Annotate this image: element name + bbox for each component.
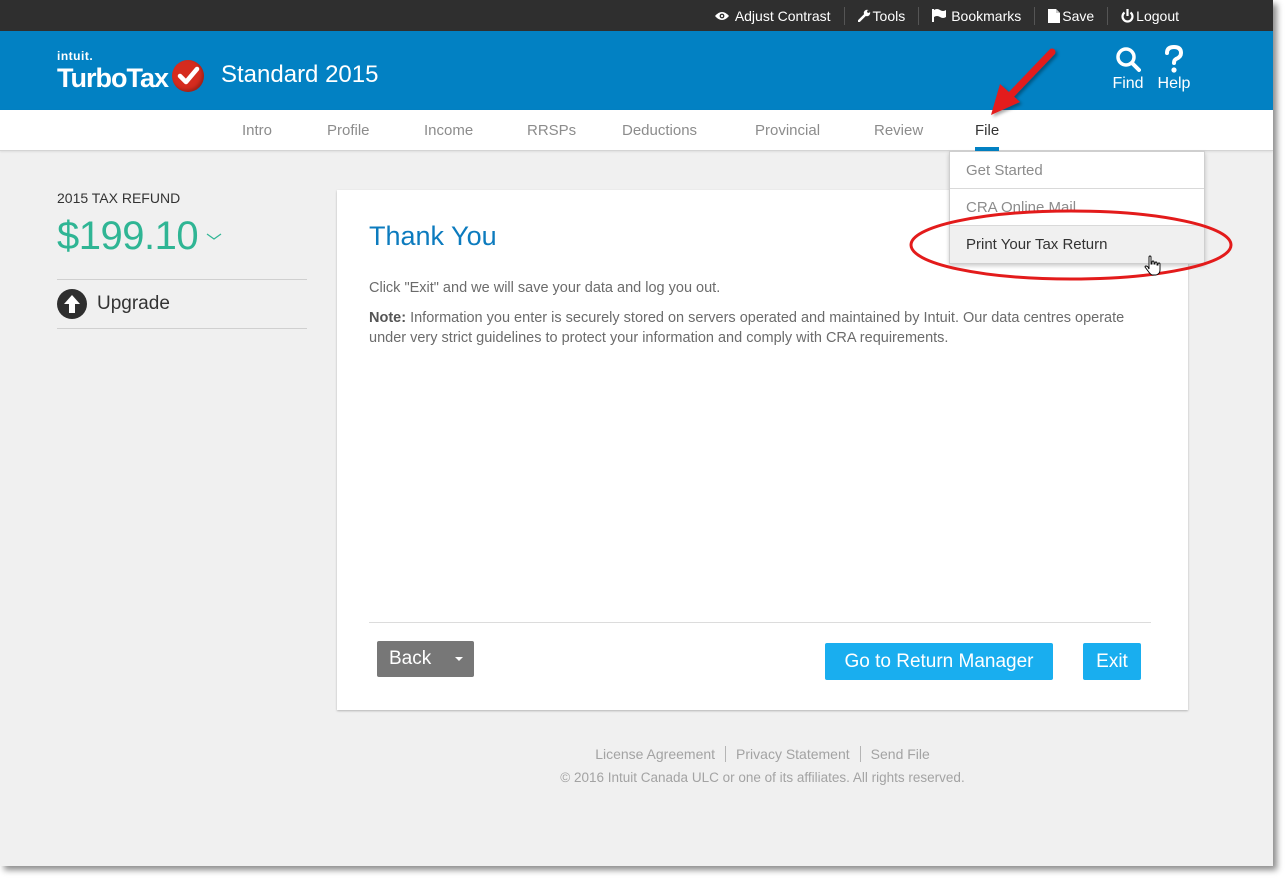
go-to-return-manager-button[interactable]: Go to Return Manager xyxy=(825,643,1053,680)
exit-instruction: Click "Exit" and we will save your data … xyxy=(369,280,721,296)
bookmarks-link[interactable]: Bookmarks xyxy=(919,8,1034,24)
main-nav: Intro Profile Income RRSPs Deductions Pr… xyxy=(0,110,1273,151)
utility-links: Adjust Contrast Tools Bookmarks Save Log… xyxy=(701,0,1192,31)
sidebar: 2015 TAX REFUND $199.10 Upgrade xyxy=(57,190,307,329)
logout-label: Logout xyxy=(1136,7,1179,24)
save-link[interactable]: Save xyxy=(1035,8,1107,24)
power-icon xyxy=(1121,8,1134,23)
upgrade-label: Upgrade xyxy=(97,293,170,314)
divider xyxy=(369,622,1151,623)
checkmark-icon xyxy=(172,60,204,92)
caret-down-icon[interactable] xyxy=(455,657,463,661)
note-text: Information you enter is securely stored… xyxy=(369,310,1125,346)
app-window: Adjust Contrast Tools Bookmarks Save Log… xyxy=(0,0,1273,866)
product-name: Standard 2015 xyxy=(221,61,379,88)
footer-links: License Agreement Privacy Statement Send… xyxy=(337,746,1188,762)
turbotax-logo[interactable]: intuit. TurboTax xyxy=(57,50,204,94)
tab-intro[interactable]: Intro xyxy=(242,122,272,139)
card-body: Click "Exit" and we will save your data … xyxy=(369,278,1159,358)
adjust-contrast-link[interactable]: Adjust Contrast xyxy=(701,8,844,24)
adjust-contrast-label: Adjust Contrast xyxy=(734,7,831,24)
footer: License Agreement Privacy Statement Send… xyxy=(337,746,1188,785)
tab-profile[interactable]: Profile xyxy=(327,122,370,139)
privacy-statement-link[interactable]: Privacy Statement xyxy=(726,746,860,762)
tab-income[interactable]: Income xyxy=(424,122,473,139)
file-dropdown-menu: Get Started CRA Online Mail Print Your T… xyxy=(949,151,1205,264)
refund-amount-toggle[interactable]: $199.10 xyxy=(57,214,307,259)
menu-item-get-started[interactable]: Get Started xyxy=(950,152,1204,189)
document-icon xyxy=(1048,8,1061,23)
back-label: Back xyxy=(389,648,432,669)
utility-bar: Adjust Contrast Tools Bookmarks Save Log… xyxy=(0,0,1273,31)
upgrade-link[interactable]: Upgrade xyxy=(57,280,307,328)
flag-icon xyxy=(932,9,947,22)
menu-item-print-your-tax-return[interactable]: Print Your Tax Return xyxy=(950,226,1204,263)
refund-label: 2015 TAX REFUND xyxy=(57,190,181,206)
security-note: Note: Information you enter is securely … xyxy=(369,308,1159,348)
send-file-link[interactable]: Send File xyxy=(861,746,940,762)
tab-review[interactable]: Review xyxy=(874,122,923,139)
tab-deductions[interactable]: Deductions xyxy=(622,122,697,139)
tab-provincial[interactable]: Provincial xyxy=(755,122,820,139)
tab-file[interactable]: File xyxy=(975,122,1000,151)
tools-link[interactable]: Tools xyxy=(845,8,919,24)
help-label: Help xyxy=(1157,75,1191,92)
menu-item-cra-online-mail[interactable]: CRA Online Mail xyxy=(950,189,1204,226)
question-icon xyxy=(1156,43,1192,75)
chevron-down-icon xyxy=(206,228,222,246)
wrench-icon xyxy=(857,9,871,22)
help-button[interactable]: Help xyxy=(1156,43,1192,93)
find-label: Find xyxy=(1112,75,1144,92)
content-card: Thank You Click "Exit" and we will save … xyxy=(337,190,1188,710)
eye-icon xyxy=(714,11,730,21)
note-label: Note: xyxy=(369,310,407,326)
page-title: Thank You xyxy=(369,221,497,251)
turbotax-wordmark: TurboTax xyxy=(57,63,169,93)
refund-amount: $199.10 xyxy=(57,214,199,258)
header: intuit. TurboTax Standard 2015 Find Help xyxy=(0,31,1273,110)
arrow-up-circle-icon xyxy=(57,289,87,319)
divider xyxy=(57,328,307,329)
exit-button[interactable]: Exit xyxy=(1083,643,1141,680)
tools-label: Tools xyxy=(872,7,906,24)
turbotax-wordmark-row: TurboTax xyxy=(57,60,204,94)
tab-rrsps[interactable]: RRSPs xyxy=(527,122,576,139)
logout-link[interactable]: Logout xyxy=(1108,8,1192,24)
copyright: © 2016 Intuit Canada ULC or one of its a… xyxy=(560,770,965,785)
save-label: Save xyxy=(1062,7,1095,24)
find-button[interactable]: Find xyxy=(1110,43,1146,93)
back-button[interactable]: Back xyxy=(377,641,474,677)
bookmarks-label: Bookmarks xyxy=(951,7,1022,24)
search-icon xyxy=(1110,43,1146,75)
license-agreement-link[interactable]: License Agreement xyxy=(585,746,725,762)
